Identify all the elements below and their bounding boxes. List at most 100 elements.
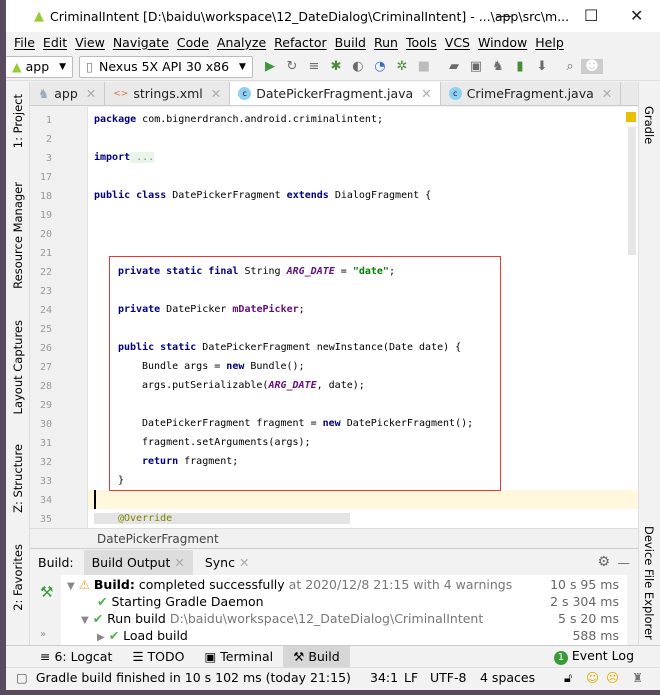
todo-tool-button[interactable]: ☰ TODO bbox=[122, 646, 194, 668]
event-log-button[interactable]: 1 Event Log bbox=[553, 648, 634, 665]
menu-window[interactable]: Window bbox=[478, 35, 527, 50]
menu-view[interactable]: View bbox=[75, 35, 105, 50]
close-tab-icon[interactable]: ✕ bbox=[421, 86, 431, 101]
line-number: 32 bbox=[39, 457, 52, 468]
current-line-highlight bbox=[88, 490, 638, 509]
tab-crimefragment[interactable]: c CrimeFragment.java ✕ bbox=[441, 82, 622, 105]
close-tab-icon[interactable]: ✕ bbox=[211, 86, 221, 101]
build-row[interactable]: ▼ ✔ Run build D:\baidu\workspace\12_Date… bbox=[61, 610, 627, 627]
device-file-explorer-tool-button[interactable]: Device File Explorer bbox=[642, 526, 656, 640]
line-number: 31 bbox=[39, 438, 52, 449]
tool-windows-icon[interactable]: ▢ bbox=[16, 670, 28, 685]
tab-strings-xml[interactable]: <> strings.xml ✕ bbox=[105, 82, 231, 105]
menu-refactor[interactable]: Refactor bbox=[274, 35, 326, 50]
gear-icon[interactable]: ⚙ bbox=[597, 554, 610, 570]
project-tool-button[interactable]: 1: Project bbox=[11, 94, 25, 148]
minimize-panel-icon[interactable]: — bbox=[618, 555, 631, 570]
resource-manager-tool-button[interactable]: Resource Manager bbox=[11, 182, 25, 289]
logcat-tool-button[interactable]: ≡ 6: Logcat bbox=[30, 646, 122, 668]
menu-run[interactable]: Run bbox=[374, 35, 398, 50]
build-row[interactable]: ✔ Starting Gradle Daemon 2 s 304 ms bbox=[61, 593, 627, 610]
gradle-tool-button[interactable]: Gradle bbox=[642, 106, 656, 144]
close-button[interactable]: ✕ bbox=[630, 6, 643, 25]
build-row[interactable]: ▼ ⚠ Build: completed successfully at 202… bbox=[61, 576, 627, 593]
apply-code-changes-icon[interactable]: ≡ bbox=[303, 59, 325, 74]
chevron-down-icon: ▼ bbox=[239, 61, 246, 72]
module-label: app bbox=[25, 59, 50, 74]
code-editor[interactable]: 1 2 3 17 18 19 20 21 22 23 24 25 26 27 28 29 30 31 32 33 34 3… bbox=[30, 107, 638, 528]
menu-tools[interactable]: Tools bbox=[406, 35, 437, 50]
sdk-manager-icon[interactable]: ⬇ bbox=[531, 59, 553, 74]
breadcrumb[interactable]: DatePickerFragment bbox=[30, 528, 638, 548]
terminal-tool-button[interactable]: ▣ Terminal bbox=[195, 646, 284, 668]
device-select[interactable]: ▯ Nexus 5X API 30 x86 ▼ bbox=[79, 55, 253, 78]
menu-help[interactable]: Help bbox=[535, 35, 564, 50]
maximize-button[interactable]: ☐ bbox=[584, 6, 598, 25]
expand-icon[interactable]: » bbox=[40, 629, 46, 640]
build-row[interactable]: ▶ ✔ Load build 588 ms bbox=[61, 627, 627, 644]
avd-manager-icon[interactable]: ▮ bbox=[509, 59, 531, 74]
profile-icon[interactable]: ◔ bbox=[369, 59, 391, 74]
project-structure-icon[interactable]: ▰ bbox=[443, 59, 465, 74]
tab-sync[interactable]: Sync ✕ bbox=[193, 550, 262, 575]
line-separator[interactable]: LF bbox=[404, 670, 418, 685]
android-icon: ▲ bbox=[12, 59, 22, 74]
search-icon[interactable]: ⌕ bbox=[559, 59, 581, 74]
apply-changes-icon[interactable]: ↻ bbox=[281, 59, 303, 74]
editor-scrollbar[interactable] bbox=[628, 127, 636, 255]
tab-label: strings.xml bbox=[133, 86, 203, 101]
line-number: 18 bbox=[39, 191, 52, 202]
warning-indicator bbox=[626, 112, 636, 122]
close-tab-icon[interactable]: ✕ bbox=[602, 86, 612, 101]
stop-icon[interactable]: ■ bbox=[413, 59, 435, 74]
indent-setting[interactable]: 4 spaces bbox=[480, 670, 535, 685]
tab-label: app bbox=[54, 86, 78, 101]
lock-icon[interactable]: 🔓︎ bbox=[564, 670, 572, 686]
menu-build[interactable]: Build bbox=[335, 35, 366, 50]
sync-gradle-icon[interactable]: ♞ bbox=[487, 59, 509, 74]
sad-face-icon[interactable]: ☹ bbox=[606, 670, 619, 685]
code-line-3: import ... bbox=[94, 152, 155, 163]
menu-navigate[interactable]: Navigate bbox=[113, 35, 169, 50]
coverage-icon[interactable]: ◐ bbox=[347, 59, 369, 74]
debug-icon[interactable]: ✱ bbox=[325, 59, 347, 74]
favorites-tool-button[interactable]: 2: Favorites bbox=[11, 544, 25, 611]
tab-build-output[interactable]: Build Output ✕ bbox=[83, 549, 193, 575]
attach-debugger-icon[interactable]: ✲ bbox=[391, 59, 413, 74]
menu-analyze[interactable]: Analyze bbox=[217, 35, 266, 50]
minimize-button[interactable]: — bbox=[496, 6, 512, 25]
menu-file[interactable]: File bbox=[14, 35, 35, 50]
gradle-icon: ♞ bbox=[38, 86, 50, 101]
tab-app[interactable]: ♞ app ✕ bbox=[30, 82, 106, 105]
menu-code[interactable]: Code bbox=[177, 35, 209, 50]
line-number: 30 bbox=[39, 419, 52, 430]
inspector-icon[interactable]: ♜ bbox=[632, 670, 643, 685]
build-tool-button[interactable]: ⚒ Build bbox=[283, 645, 350, 668]
toolbar: ▲ app ▼ ▯ Nexus 5X API 30 x86 ▼ ▶ ↻ ≡ ✱ ◐ ◔ … bbox=[6, 53, 660, 81]
happy-face-icon[interactable]: ☺ bbox=[586, 670, 599, 685]
code-line-31: fragment.setArguments(args); bbox=[142, 437, 311, 448]
line-number: 20 bbox=[39, 229, 52, 240]
structure-tool-button[interactable]: Z: Structure bbox=[11, 444, 25, 513]
text-cursor bbox=[94, 490, 96, 509]
status-message: Gradle build finished in 10 s 102 ms (to… bbox=[35, 670, 351, 685]
layout-inspector-icon[interactable]: ▣ bbox=[465, 59, 487, 74]
file-encoding[interactable]: UTF-8 bbox=[430, 670, 466, 685]
line-number: 22 bbox=[39, 267, 52, 278]
caret-position[interactable]: 34:1 bbox=[370, 670, 398, 685]
left-tool-strip: 1: Project Resource Manager Layout Captu… bbox=[6, 82, 30, 645]
menu-vcs[interactable]: VCS bbox=[445, 35, 470, 50]
build-tree: ▼ ⚠ Build: completed successfully at 202… bbox=[61, 575, 627, 646]
hammer-icon[interactable]: ⚒ bbox=[40, 583, 53, 601]
menu-bar: File Edit View Navigate Code Analyze Ref… bbox=[6, 32, 660, 52]
module-select[interactable]: ▲ app ▼ bbox=[6, 55, 74, 78]
layout-captures-tool-button[interactable]: Layout Captures bbox=[11, 320, 25, 414]
run-icon[interactable]: ▶ bbox=[259, 59, 281, 74]
tab-datepickerfragment[interactable]: c DatePickerFragment.java ✕ bbox=[230, 82, 441, 105]
user-icon[interactable]: ☻ bbox=[580, 59, 603, 74]
line-number: 29 bbox=[39, 400, 52, 411]
line-number: 25 bbox=[39, 324, 52, 335]
close-tab-icon[interactable]: ✕ bbox=[86, 86, 96, 101]
ide-window: ▲ CriminalIntent [D:\baidu\workspace\12_… bbox=[6, 0, 660, 690]
menu-edit[interactable]: Edit bbox=[43, 35, 67, 50]
